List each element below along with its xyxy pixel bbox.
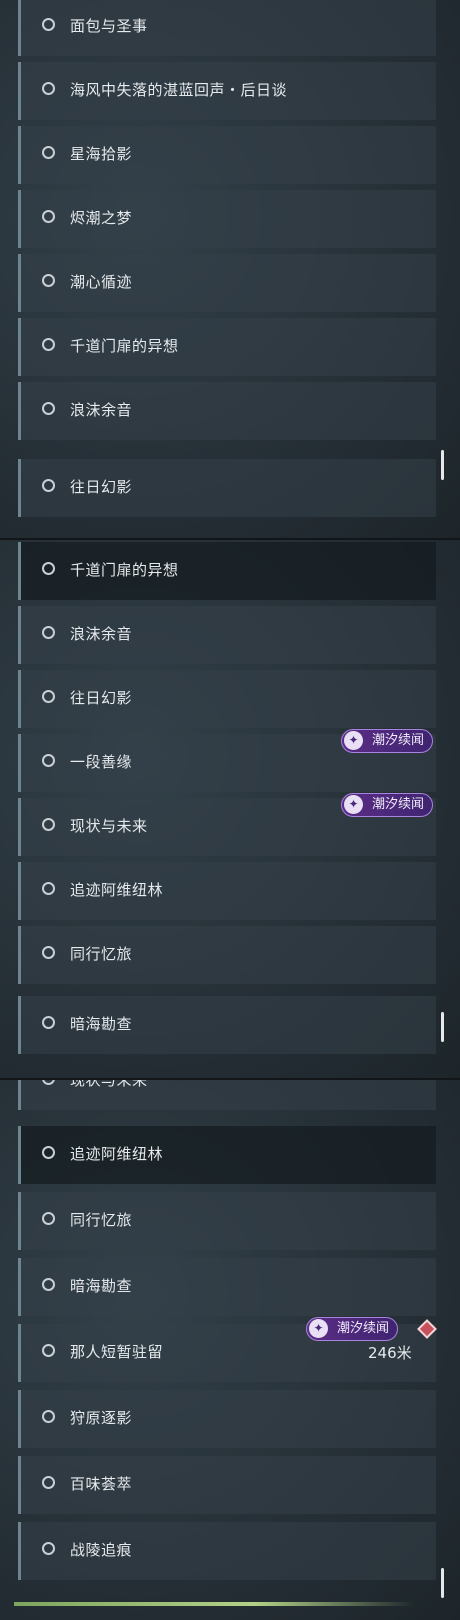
circle-icon [42,479,55,492]
scrollbar-thumb[interactable] [441,1012,444,1042]
quest-label: 追迹阿维纽林 [70,1145,164,1163]
quest-label: 星海拾影 [70,145,133,163]
quest-item[interactable]: 往日幻影 [18,459,436,517]
quest-item[interactable]: 现状与未来 [18,1080,436,1110]
circle-icon [42,338,55,351]
quest-label: 暗海勘查 [70,1015,133,1033]
quest-item[interactable]: 暗海勘查 [18,996,436,1054]
scrollbar-thumb[interactable] [441,450,444,480]
circle-icon [42,754,55,767]
circle-icon [42,402,55,415]
badge-label: 潮汐续闻 [372,733,425,748]
quest-item[interactable]: 追迹阿维纽林 [18,1126,436,1184]
quest-item[interactable]: 烬潮之梦 [18,190,436,248]
circle-icon [42,1344,55,1357]
circle-icon [42,1146,55,1159]
sparkle-swirl-icon: ✦ [344,731,363,750]
quest-item[interactable]: 千道门扉的异想 [18,318,436,376]
circle-icon [42,882,55,895]
quest-label: 那人短暂驻留 [70,1343,164,1361]
circle-icon [42,1016,55,1029]
sparkle-swirl-icon: ✦ [309,1319,328,1338]
quest-item[interactable]: 千道门扉的异想 [18,542,436,600]
circle-icon [42,18,55,31]
quest-list-panel-1: 面包与圣事 海风中失落的湛蓝回声・后日谈 星海拾影 烬潮之梦 潮心循迹 千道门扉… [0,0,460,538]
quest-item[interactable]: 星海拾影 [18,126,436,184]
quest-item[interactable]: 战陵追痕 [18,1522,436,1580]
quest-item[interactable]: 追迹阿维纽林 [18,862,436,920]
circle-icon [42,946,55,959]
quest-item[interactable]: 百味荟萃 [18,1456,436,1514]
quest-label: 现状与未来 [70,817,148,835]
quest-item[interactable]: 往日幻影 [18,670,436,728]
quest-list-panel-3: 现状与未来 追迹阿维纽林 同行忆旅 暗海勘查 那人短暂驻留 狩原逐影 百味荟萃 … [0,1080,460,1620]
quest-item[interactable]: 海风中失落的湛蓝回声・后日谈 [18,62,436,120]
circle-icon [42,274,55,287]
quest-label: 一段善缘 [70,753,133,771]
quest-item[interactable]: 潮心循迹 [18,254,436,312]
quest-item[interactable]: 浪沫余音 [18,606,436,664]
quest-label: 追迹阿维纽林 [70,881,164,899]
quest-label: 面包与圣事 [70,17,148,35]
quest-label: 同行忆旅 [70,1211,133,1229]
quest-label: 浪沫余音 [70,625,133,643]
circle-icon [42,82,55,95]
quest-item[interactable]: 浪沫余音 [18,382,436,440]
scrollbar-thumb[interactable] [441,1568,444,1598]
distance-label: 246米 [368,1344,412,1362]
circle-icon [42,1476,55,1489]
circle-icon [42,210,55,223]
quest-label: 千道门扉的异想 [70,561,179,579]
circle-icon [42,818,55,831]
quest-label: 同行忆旅 [70,945,133,963]
progress-bar [14,1602,414,1606]
event-badge[interactable]: ✦ 潮汐续闻 [341,729,434,753]
quest-label: 海风中失落的湛蓝回声・后日谈 [70,81,288,99]
quest-list-panel-2: 千道门扉的异想 浪沫余音 往日幻影 一段善缘 现状与未来 追迹阿维纽林 同行忆旅… [0,540,460,1078]
circle-icon [42,1410,55,1423]
quest-label: 往日幻影 [70,689,133,707]
quest-item[interactable]: 狩原逐影 [18,1390,436,1448]
quest-label: 烬潮之梦 [70,209,133,227]
quest-label: 千道门扉的异想 [70,337,179,355]
quest-item[interactable]: 同行忆旅 [18,1192,436,1250]
event-badge[interactable]: ✦ 潮汐续闻 [341,793,434,817]
quest-item[interactable]: 面包与圣事 [18,0,436,56]
quest-item[interactable]: 暗海勘查 [18,1258,436,1316]
circle-icon [42,690,55,703]
event-badge[interactable]: ✦ 潮汐续闻 [306,1317,399,1341]
circle-icon [42,1542,55,1555]
badge-label: 潮汐续闻 [372,797,425,812]
quest-label: 潮心循迹 [70,273,133,291]
quest-label: 暗海勘查 [70,1277,133,1295]
circle-icon [42,146,55,159]
badge-label: 潮汐续闻 [337,1321,390,1336]
circle-icon [42,562,55,575]
quest-label: 狩原逐影 [70,1409,133,1427]
quest-label: 现状与未来 [70,1080,148,1089]
sparkle-swirl-icon: ✦ [344,795,363,814]
circle-icon [42,1278,55,1291]
circle-icon [42,626,55,639]
quest-label: 百味荟萃 [70,1475,133,1493]
quest-label: 战陵追痕 [70,1541,133,1559]
quest-item[interactable]: 同行忆旅 [18,926,436,984]
circle-icon [42,1080,55,1085]
quest-label: 往日幻影 [70,478,133,496]
quest-label: 浪沫余音 [70,401,133,419]
circle-icon [42,1212,55,1225]
